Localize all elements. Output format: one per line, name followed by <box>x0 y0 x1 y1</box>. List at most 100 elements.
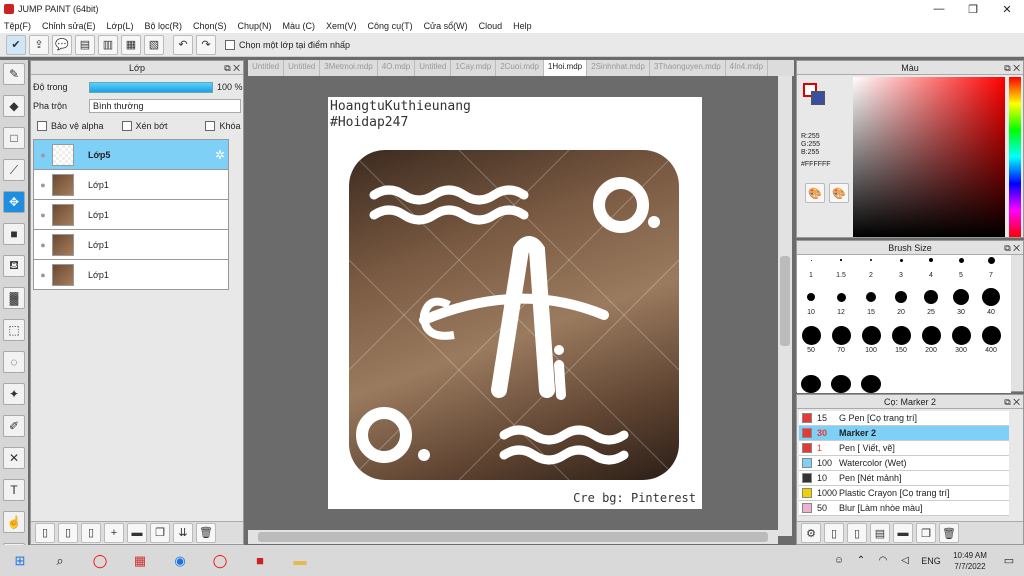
merge-layer-icon[interactable]: ⇊ <box>173 522 193 543</box>
brush-size-dot[interactable] <box>810 259 812 261</box>
opera-gx-icon[interactable]: ◯ <box>200 545 240 576</box>
select-pen-icon[interactable]: ✐ <box>3 415 25 437</box>
text-icon[interactable]: T <box>3 479 25 501</box>
zalo-icon[interactable]: ◉ <box>160 545 200 576</box>
brush-size-dot[interactable] <box>924 290 938 304</box>
brush-size-dot[interactable] <box>951 325 971 345</box>
brush-icon[interactable]: ✎ <box>3 63 25 85</box>
brush-size-dot[interactable] <box>870 259 872 261</box>
language-indicator[interactable]: ENG <box>916 556 946 566</box>
fill-rect-icon[interactable]: ■ <box>3 223 25 245</box>
people-icon[interactable]: ☺ <box>828 545 850 576</box>
tab[interactable]: 3Thaonguyen.mdp <box>650 60 726 76</box>
add-layer-menu-icon[interactable]: + <box>104 522 124 543</box>
palette-icon[interactable]: 🎨 <box>805 183 825 203</box>
rectangle-icon[interactable]: □ <box>3 127 25 149</box>
subtool-item[interactable]: 1000 Plastic Crayon [Cọ trang trí] <box>799 486 1009 501</box>
add-subtool-icon[interactable]: ▯ <box>824 523 844 543</box>
scroll-thumb[interactable] <box>258 532 768 542</box>
visibility-icon[interactable]: ● <box>34 180 52 190</box>
brush-size-dot[interactable] <box>929 258 933 262</box>
new-layer-icon[interactable]: ▯ <box>35 522 55 543</box>
redo-icon[interactable]: ↷ <box>196 34 216 55</box>
menu-help[interactable]: Help <box>513 21 532 31</box>
folder-icon[interactable]: ▬ <box>893 523 913 543</box>
subtool-item[interactable]: 15 G Pen [Cọ trang trí] <box>799 411 1009 426</box>
minimize-button[interactable]: — <box>922 0 956 18</box>
tab[interactable]: Untitled <box>248 60 285 76</box>
search-icon[interactable]: ⌕ <box>40 545 80 576</box>
new-layer-1bit-icon[interactable]: ▯ <box>81 522 101 543</box>
undo-icon[interactable]: ↶ <box>173 34 193 55</box>
visibility-icon[interactable]: ● <box>34 240 52 250</box>
clip-checkbox[interactable] <box>121 121 132 131</box>
select-eraser-icon[interactable]: ✕ <box>3 447 25 469</box>
menu-tools[interactable]: Công cụ(T) <box>368 21 413 31</box>
menu-filter[interactable]: Bộ lọc(R) <box>144 21 182 31</box>
brush-size-dot[interactable] <box>953 289 969 305</box>
brush-size-dot[interactable] <box>981 325 1001 345</box>
opacity-slider[interactable] <box>89 81 213 93</box>
subtool-item[interactable]: 100 Watercolor (Wet) <box>799 456 1009 471</box>
settings-grid-icon[interactable]: ▧ <box>144 34 164 55</box>
tab[interactable]: Untitled <box>415 60 452 76</box>
subtool-item[interactable]: 10 Pen [Nét mảnh] <box>799 471 1009 486</box>
visibility-icon[interactable]: ● <box>34 150 52 160</box>
gradient-icon[interactable]: ▓ <box>3 287 25 309</box>
new-layer-8bit-icon[interactable]: ▯ <box>58 522 78 543</box>
select-layer-checkbox[interactable] <box>225 39 235 50</box>
layer-row[interactable]: ● Lớp1 <box>33 230 229 260</box>
brush-size-dot[interactable] <box>982 288 1000 306</box>
brush-size-dot[interactable] <box>840 259 842 261</box>
page-icon[interactable]: ▥ <box>98 34 118 55</box>
opera-icon[interactable]: ◯ <box>80 545 120 576</box>
hand-icon[interactable]: ☝ <box>3 511 25 533</box>
menu-file[interactable]: Tệp(F) <box>4 21 31 31</box>
gear-icon[interactable]: ✲ <box>215 148 225 162</box>
delete-icon[interactable]: 🗑 <box>196 522 216 543</box>
select-rect-icon[interactable]: ⬚ <box>3 319 25 341</box>
tab[interactable]: 4O.mdp <box>378 60 416 76</box>
panel-close-icon[interactable]: ⧉ ✕ <box>224 61 240 75</box>
clock[interactable]: 10:49 AM 7/7/2022 <box>946 550 994 572</box>
saturation-brightness-picker[interactable] <box>853 77 1005 237</box>
scroll-thumb[interactable] <box>780 256 790 346</box>
eraser-icon[interactable]: ◆ <box>3 95 25 117</box>
duplicate-icon[interactable]: ❐ <box>916 523 936 543</box>
background-color-swatch[interactable] <box>811 91 825 105</box>
brush-size-dot[interactable] <box>801 325 821 345</box>
visibility-icon[interactable]: ● <box>34 270 52 280</box>
panel-layout-icon[interactable]: ▦ <box>121 34 141 55</box>
menu-select[interactable]: Chọn(S) <box>193 21 227 31</box>
file-explorer-icon[interactable]: ▬ <box>280 545 320 576</box>
brush-size-dot[interactable] <box>987 256 995 264</box>
menu-window[interactable]: Cửa sổ(W) <box>424 21 468 31</box>
layer-row[interactable]: ● Lớp1 <box>33 260 229 290</box>
import-icon[interactable]: ▤ <box>870 523 890 543</box>
panel-close-icon[interactable]: ⧉ ✕ <box>1004 395 1020 409</box>
subtool-item[interactable]: 30 Marker 2 <box>799 426 1009 441</box>
bucket-icon[interactable]: ⛾ <box>3 255 25 277</box>
layer-row[interactable]: ● Lớp1 <box>33 200 229 230</box>
delete-icon[interactable]: 🗑 <box>939 523 959 543</box>
brush-size-dot[interactable] <box>831 375 851 393</box>
brush-size-dot[interactable] <box>958 257 964 263</box>
brush-size-dot[interactable] <box>891 325 911 345</box>
layer-row[interactable]: ● Lớp5 ✲ <box>33 140 229 170</box>
horizontal-scrollbar[interactable] <box>248 530 778 544</box>
menu-view[interactable]: Xem(V) <box>326 21 357 31</box>
brush-size-dot[interactable] <box>866 292 876 302</box>
close-button[interactable]: ✕ <box>990 0 1024 18</box>
lock-checkbox[interactable] <box>205 121 216 131</box>
brush-size-dot[interactable] <box>831 325 851 345</box>
brush-size-dot[interactable] <box>899 258 903 262</box>
brush-size-dot[interactable] <box>807 293 815 301</box>
blend-select[interactable]: Bình thường <box>89 99 241 113</box>
copy-subtool-icon[interactable]: ▯ <box>847 523 867 543</box>
layer-row[interactable]: ● Lớp1 <box>33 170 229 200</box>
panel-close-icon[interactable]: ⧉ ✕ <box>1004 241 1020 255</box>
menu-edit[interactable]: Chỉnh sửa(E) <box>42 21 96 31</box>
menu-capture[interactable]: Chụp(N) <box>238 21 272 31</box>
check-icon[interactable]: ✔ <box>6 34 26 55</box>
windows-start-icon[interactable]: ⊞ <box>0 545 40 576</box>
